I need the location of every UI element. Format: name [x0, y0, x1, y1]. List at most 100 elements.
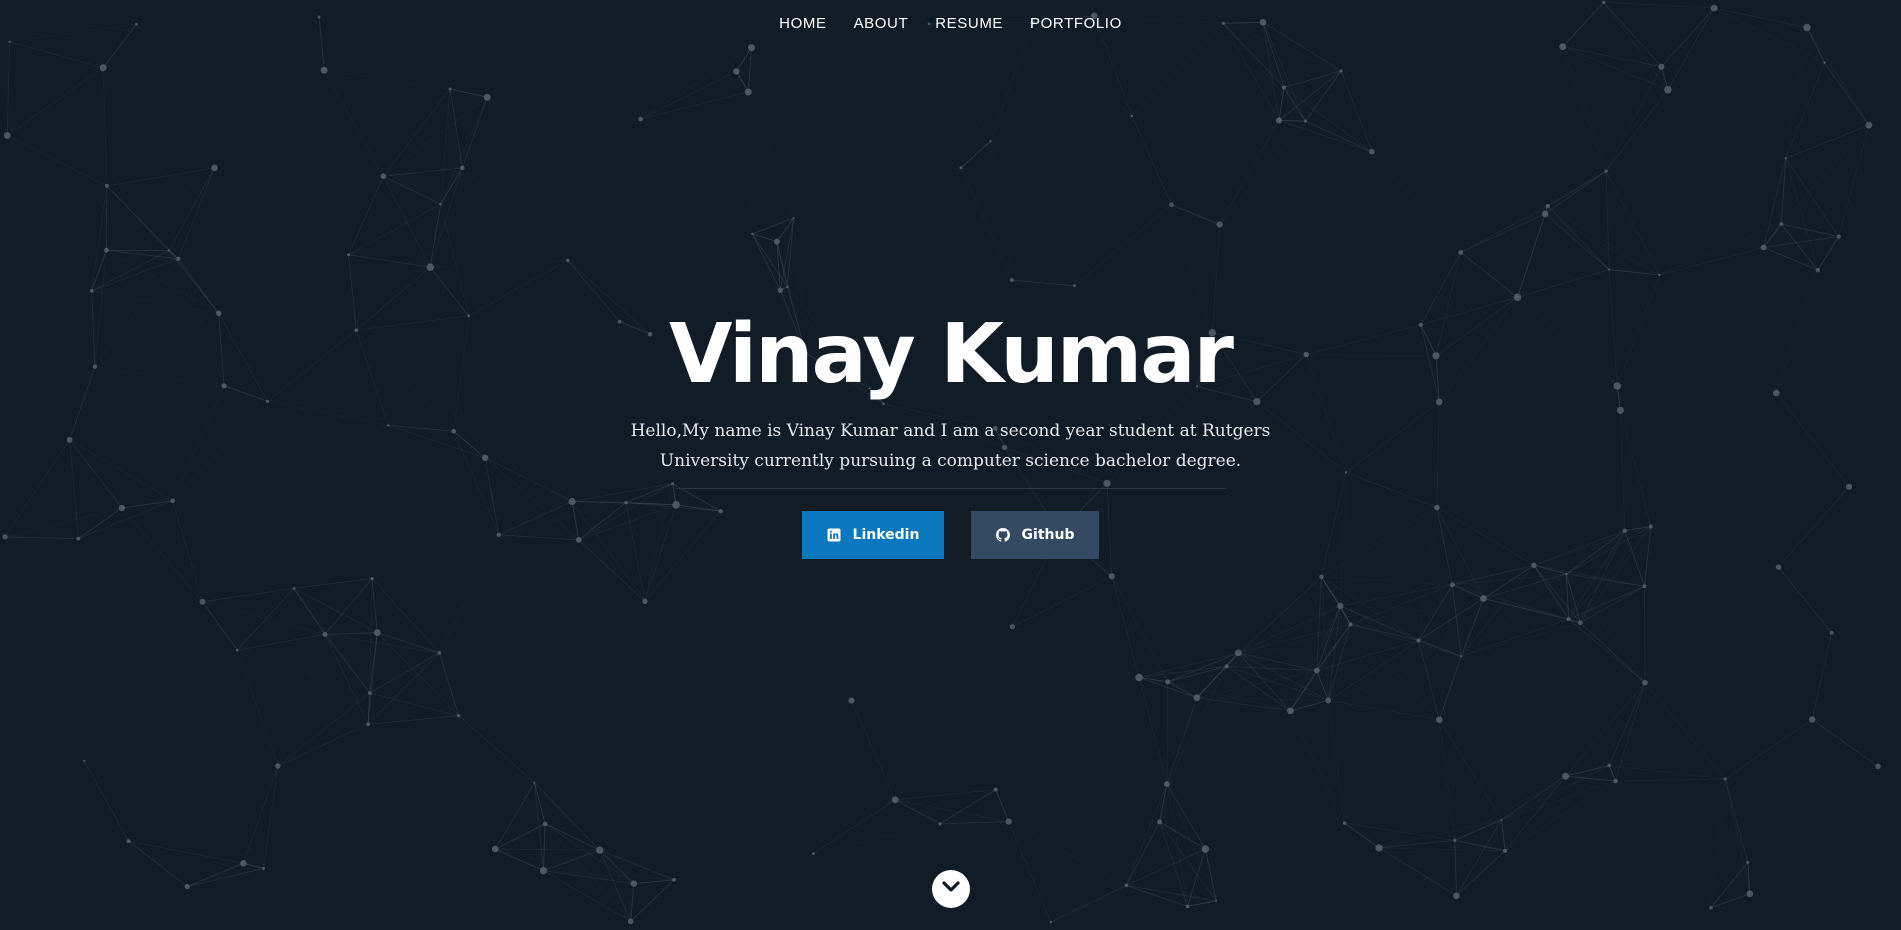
- particle-link: [1219, 120, 1280, 225]
- particle-dot: [235, 648, 239, 652]
- particle-dot: [1453, 892, 1460, 900]
- particle-link: [1456, 819, 1502, 897]
- particle-link: [1452, 564, 1534, 586]
- particle-link: [1504, 780, 1616, 852]
- particle-link: [1205, 823, 1344, 849]
- particle-link: [1608, 765, 1616, 782]
- particle-dot: [627, 918, 634, 925]
- particle-dot: [1287, 707, 1294, 715]
- particle-dot: [460, 165, 465, 171]
- particle-link: [1316, 605, 1341, 671]
- particle-link: [640, 91, 749, 120]
- particle-link: [1547, 170, 1607, 207]
- particle-link: [440, 203, 568, 261]
- particle-dot: [1613, 778, 1618, 784]
- particle-dot: [1642, 679, 1648, 686]
- nav-item-resume[interactable]: RESUME: [935, 15, 1003, 32]
- particle-link: [1724, 778, 1751, 894]
- particle-link: [747, 91, 795, 219]
- particle-link: [495, 848, 600, 851]
- particle-dot: [596, 846, 604, 854]
- particle-link: [1379, 819, 1502, 849]
- particle-dot: [1304, 119, 1307, 123]
- particle-link: [1111, 576, 1169, 682]
- particle-link: [960, 140, 991, 169]
- particle-dot: [483, 93, 491, 101]
- particle-dot: [642, 598, 648, 604]
- particle-dot: [1608, 268, 1611, 271]
- particle-link: [202, 601, 238, 651]
- particle-link: [1378, 847, 1457, 897]
- particle-dot: [891, 796, 899, 804]
- particle-dot: [1375, 844, 1383, 852]
- particle-link: [106, 185, 179, 260]
- particle-link: [1418, 584, 1453, 641]
- particle-link: [1126, 885, 1217, 902]
- particle-dot: [533, 781, 536, 784]
- linkedin-button[interactable]: Linkedin: [802, 511, 944, 559]
- main-navigation: HOME ABOUT RESUME PORTFOLIO: [0, 0, 1901, 46]
- particle-link: [1159, 821, 1206, 850]
- particle-link: [83, 760, 129, 842]
- particle-dot: [426, 263, 435, 272]
- particle-link: [440, 97, 488, 205]
- particle-link: [102, 67, 108, 186]
- nav-item-portfolio[interactable]: PORTFOLIO: [1030, 15, 1122, 32]
- scroll-down-button[interactable]: [932, 870, 970, 908]
- particle-link: [1305, 70, 1342, 122]
- particle-dot: [1500, 818, 1503, 821]
- particle-link: [1724, 778, 1749, 863]
- particle-link: [1452, 584, 1484, 599]
- particle-dot: [104, 247, 109, 253]
- particle-dot: [370, 577, 374, 580]
- particle-dot: [380, 173, 387, 179]
- particle-link: [1112, 576, 1239, 653]
- particle-link: [1644, 566, 1779, 587]
- particle-dot: [1342, 821, 1347, 825]
- particle-dot: [542, 821, 548, 827]
- github-icon: [995, 528, 1010, 542]
- particle-link: [1126, 885, 1188, 907]
- particle-link: [6, 67, 104, 136]
- social-buttons: Linkedin Github: [0, 511, 1901, 559]
- particle-link: [461, 97, 488, 169]
- particle-link: [1008, 821, 1127, 886]
- nav-item-about[interactable]: ABOUT: [854, 15, 909, 32]
- particle-dot: [184, 884, 190, 890]
- particle-link: [1219, 120, 1306, 225]
- particle-dot: [1348, 622, 1353, 627]
- particle-link: [1339, 605, 1351, 625]
- particle-link: [1011, 279, 1075, 287]
- particle-link: [1461, 622, 1581, 657]
- particle-link: [1544, 170, 1607, 215]
- particle-link: [1568, 618, 1646, 684]
- github-button[interactable]: Github: [971, 511, 1099, 559]
- particle-dot: [262, 866, 265, 870]
- particle-link: [202, 588, 295, 603]
- particle-dot: [167, 249, 170, 252]
- particle-dot: [1823, 61, 1826, 64]
- particle-dot: [1566, 617, 1571, 622]
- nav-item-home[interactable]: HOME: [779, 15, 826, 32]
- particle-link: [1126, 848, 1206, 886]
- particle-link: [215, 168, 219, 314]
- particle-dot: [439, 202, 442, 206]
- particle-link: [1008, 821, 1052, 923]
- particle-dot: [1836, 234, 1841, 239]
- particle-link: [128, 840, 244, 864]
- particle-link: [1379, 840, 1455, 849]
- particle-dot: [1108, 573, 1115, 580]
- particle-link: [630, 883, 635, 922]
- particle-link: [1327, 624, 1351, 701]
- particle-link: [1139, 677, 1168, 683]
- hero-name: Vinay Kumar: [668, 307, 1234, 402]
- particle-link: [1321, 576, 1341, 607]
- particle-link: [1605, 89, 1669, 172]
- particle-dot: [1325, 697, 1332, 704]
- particle-dot: [1201, 845, 1210, 853]
- particle-dot: [99, 64, 107, 72]
- linkedin-icon: [827, 528, 841, 542]
- particle-link: [851, 700, 896, 800]
- particle-dot: [1723, 777, 1727, 781]
- particle-dot: [1658, 63, 1665, 70]
